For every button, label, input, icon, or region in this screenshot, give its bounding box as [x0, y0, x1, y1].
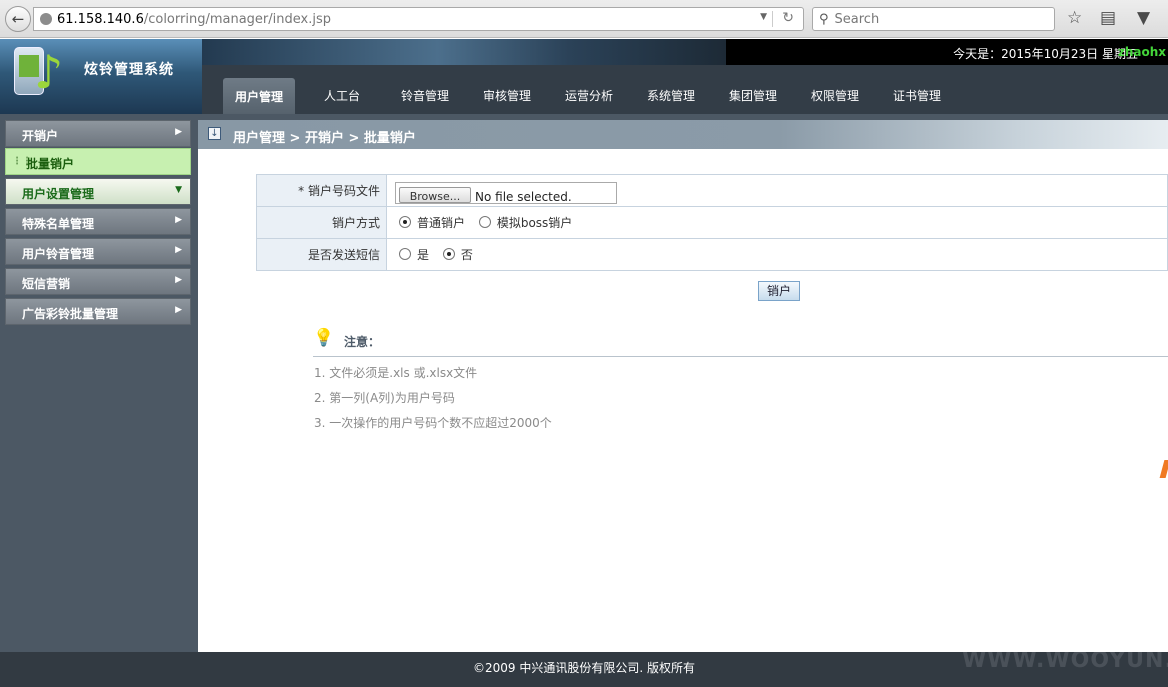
sidebar-item-label: 开销户: [22, 129, 59, 143]
copyright-text: ©2009 中兴通讯股份有限公司. 版权所有: [473, 661, 695, 675]
chevron-right-icon: ▶: [175, 127, 182, 137]
reload-icon[interactable]: ↻: [782, 10, 794, 26]
url-separator: [772, 11, 773, 27]
sidebar-item-label: 特殊名单管理: [22, 217, 95, 231]
tab-operations-analysis[interactable]: 运营分析: [565, 87, 613, 104]
header-info-bar: 今天是：2015年10月23日 星期五 zhaohx: [726, 39, 1168, 65]
close-account-button[interactable]: 销户: [758, 281, 800, 301]
sidebar-subitem-label: 批量销户: [26, 157, 75, 171]
browser-toolbar: ← 61.158.140.6/colorring/manager/index.j…: [0, 0, 1168, 38]
radio-boss-close[interactable]: [478, 216, 491, 228]
sidebar-item-ad-ringtone-batch[interactable]: 广告彩铃批量管理 ▶: [5, 298, 191, 325]
tab-permission-management[interactable]: 权限管理: [811, 87, 859, 104]
sidebar-item-user-settings[interactable]: 用户设置管理 ▼: [5, 178, 191, 205]
star-icon[interactable]: ☆: [1067, 8, 1082, 28]
radio-label-sms-no: 否: [460, 248, 473, 262]
grip-icon: ⋮⋮: [12, 156, 32, 167]
tab-user-management[interactable]: 用户管理: [223, 78, 296, 114]
tab-certificate-management[interactable]: 证书管理: [893, 87, 941, 104]
reading-list-icon[interactable]: ▤: [1100, 8, 1116, 28]
music-note-icon: ♪: [34, 45, 64, 99]
notice-line: 3. 一次操作的用户号码个数不应超过2000个: [314, 416, 552, 430]
sidebar-item-user-ringtone[interactable]: 用户铃音管理 ▶: [5, 238, 191, 265]
form-row-method: 销户方式 普通销户 模拟boss销户: [256, 206, 1168, 239]
radio-sms-no[interactable]: [442, 248, 455, 260]
url-bar[interactable]: 61.158.140.6/colorring/manager/index.jsp…: [33, 7, 804, 31]
file-upload-field[interactable]: Browse... No file selected.: [395, 181, 617, 204]
tab-review-management[interactable]: 审核管理: [483, 87, 531, 104]
chevron-right-icon: ▶: [175, 245, 182, 255]
browse-button[interactable]: Browse...: [399, 186, 471, 203]
form-row-file: * 销户号码文件 Browse... No file selected.: [256, 174, 1168, 207]
chevron-down-icon: ▼: [175, 185, 182, 195]
url-host: 61.158.140.6: [57, 11, 144, 27]
search-icon: ⚲: [819, 11, 829, 27]
file-status: No file selected.: [475, 189, 572, 204]
app-title: 炫铃管理系统: [84, 62, 174, 78]
sidebar-item-label: 用户铃音管理: [22, 247, 95, 261]
back-arrow-icon[interactable]: ←: [5, 6, 31, 32]
radio-label-boss-close: 模拟boss销户: [496, 216, 573, 230]
radio-normal-close[interactable]: [399, 216, 411, 228]
notice-line: 2. 第一列(A列)为用户号码: [314, 391, 455, 405]
sidebar-item-label: 用户设置管理: [22, 187, 95, 201]
method-label: 销户方式: [256, 206, 387, 239]
sidebar-subitem-batch-close[interactable]: ⋮⋮ 批量销户: [5, 148, 191, 175]
search-placeholder: Search: [834, 11, 880, 27]
app-header: ♪ 炫铃管理系统 今天是：2015年10月23日 星期五 zhaohx 用户管理…: [0, 39, 1168, 114]
radio-label-normal-close: 普通销户: [417, 216, 466, 230]
sms-label: 是否发送短信: [256, 238, 387, 271]
search-input[interactable]: ⚲ Search: [812, 7, 1055, 31]
sidebar: 开销户 ▶ ⋮⋮ 批量销户 用户设置管理 ▼ 特殊名单管理 ▶ 用户铃音管理 ▶…: [0, 114, 198, 652]
lightbulb-icon: 💡: [313, 328, 335, 348]
divider: [313, 356, 1168, 357]
chevron-right-icon: ▶: [175, 275, 182, 285]
tab-system-management[interactable]: 系统管理: [647, 87, 695, 104]
batch-close-form: * 销户号码文件 Browse... No file selected. 销户方…: [256, 174, 1168, 271]
sidebar-item-special-list[interactable]: 特殊名单管理 ▶: [5, 208, 191, 235]
notice-title: 注意：: [344, 335, 381, 349]
radio-sms-yes[interactable]: [399, 248, 411, 260]
breadcrumb: 用户管理 > 开销户 > 批量销户: [233, 131, 416, 146]
globe-icon: [40, 13, 52, 25]
main-nav: 用户管理 人工台 铃音管理 审核管理 运营分析 系统管理 集团管理 权限管理 证…: [202, 65, 1168, 114]
decorative-mark: [1159, 460, 1168, 478]
radio-label-sms-yes: 是: [417, 248, 430, 262]
file-label: * 销户号码文件: [256, 174, 387, 207]
watermark: WWW.WOOYUN.ORG: [962, 648, 1168, 673]
chevron-right-icon: ▶: [175, 305, 182, 315]
pocket-icon[interactable]: ▼: [1137, 8, 1150, 28]
sidebar-item-open-close-account[interactable]: 开销户 ▶: [5, 120, 191, 147]
chevron-down-icon[interactable]: ▼: [760, 12, 767, 22]
date-text: 今天是：2015年10月23日 星期五: [953, 47, 1138, 61]
chevron-right-icon: ▶: [175, 215, 182, 225]
url-path: /colorring/manager/index.jsp: [143, 11, 331, 27]
sidebar-item-sms-marketing[interactable]: 短信营销 ▶: [5, 268, 191, 295]
sidebar-item-label: 短信营销: [22, 277, 71, 291]
tab-ringtone-management[interactable]: 铃音管理: [401, 87, 449, 104]
tab-manual-console[interactable]: 人工台: [324, 87, 360, 104]
content-header: ↓ 用户管理 > 开销户 > 批量销户: [198, 120, 1168, 149]
sidebar-item-label: 广告彩铃批量管理: [22, 307, 119, 321]
header-banner: [202, 39, 726, 65]
user-name: zhaohx: [1117, 45, 1166, 59]
form-row-sms: 是否发送短信 是 否: [256, 238, 1168, 271]
collapse-icon[interactable]: ↓: [208, 127, 221, 140]
logo: ♪ 炫铃管理系统: [0, 39, 202, 114]
tab-group-management[interactable]: 集团管理: [729, 87, 777, 104]
notice-line: 1. 文件必须是.xls 或.xlsx文件: [314, 366, 478, 380]
